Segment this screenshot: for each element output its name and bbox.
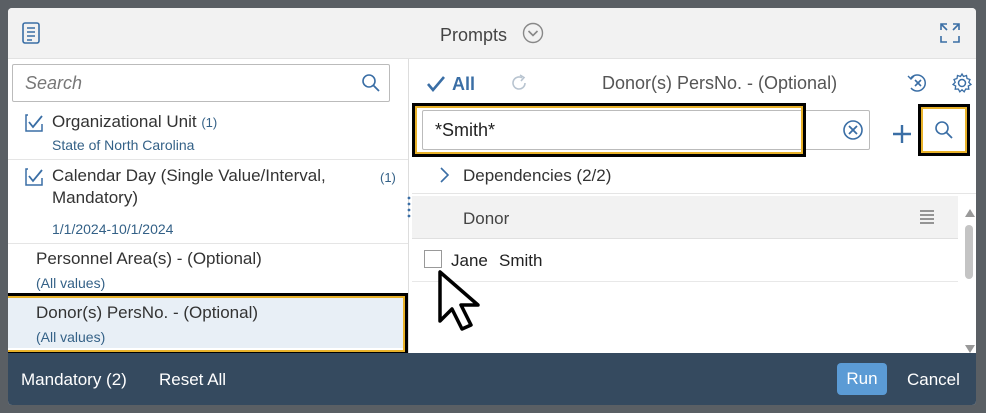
dependencies-row[interactable]: Dependencies (2/2) xyxy=(412,157,976,194)
search-icon[interactable] xyxy=(361,73,381,93)
column-header-donor[interactable]: Donor xyxy=(463,209,509,229)
donor-last-name: Smith xyxy=(499,251,543,270)
column-menu-icon[interactable] xyxy=(918,208,936,226)
dependencies-label: Dependencies (2/2) xyxy=(463,166,612,185)
prompt-label-line2: Mandatory) xyxy=(52,188,138,207)
dialog-title-wrap: Prompts xyxy=(8,22,976,49)
search-icon[interactable] xyxy=(932,118,956,142)
reset-all-button[interactable]: Reset All xyxy=(159,370,226,390)
prompt-count: (1) xyxy=(380,170,396,185)
prompt-search-box[interactable] xyxy=(12,64,390,102)
donor-first-name: Jane xyxy=(451,251,488,270)
prompt-value: 1/1/2024-10/1/2024 xyxy=(52,221,174,237)
select-all-toggle[interactable]: All xyxy=(426,73,475,95)
prompt-value: (All values) xyxy=(36,275,106,291)
run-button[interactable]: Run xyxy=(837,363,887,395)
value-list-scrollbar[interactable] xyxy=(962,205,976,353)
prompt-detail-pane: All Donor(s) PersNo. - (Optional) *Smith… xyxy=(412,59,976,353)
prompt-item-organizational-unit[interactable]: Organizational Unit (1) State of North C… xyxy=(8,107,408,160)
scrollbar-thumb[interactable] xyxy=(965,225,973,279)
table-row[interactable]: Jane Smith xyxy=(412,239,958,282)
prompt-detail-title: Donor(s) PersNo. - (Optional) xyxy=(602,73,838,93)
prompt-label: Personnel Area(s) - (Optional) xyxy=(36,249,262,268)
prompt-label-text: Organizational Unit xyxy=(52,112,197,131)
clear-circle-icon[interactable] xyxy=(841,118,865,142)
pane-splitter-handle[interactable] xyxy=(407,194,411,218)
mandatory-filter-button[interactable]: Mandatory (2) xyxy=(21,370,127,390)
checkmark-icon xyxy=(24,113,44,133)
mouse-pointer-icon xyxy=(436,269,488,338)
prompt-list-pane: Organizational Unit (1) State of North C… xyxy=(8,59,409,355)
prompt-count: (1) xyxy=(201,115,218,130)
select-all-label: All xyxy=(452,73,476,94)
prompt-label-line1: Calendar Day (Single Value/Interval, xyxy=(52,166,326,185)
checkmark-icon xyxy=(426,75,446,93)
prompt-item-calendar-day[interactable]: Calendar Day (Single Value/Interval, Man… xyxy=(8,159,408,244)
dialog-titlebar: Prompts xyxy=(8,8,976,59)
checkmark-icon xyxy=(24,167,44,187)
prompt-value: State of North Carolina xyxy=(52,137,195,153)
refresh-icon[interactable] xyxy=(508,72,530,94)
chevron-down-circle-icon[interactable] xyxy=(522,22,544,49)
clear-values-icon[interactable] xyxy=(906,71,930,95)
value-table-header: Donor xyxy=(412,196,958,239)
dialog-title: Prompts xyxy=(439,25,507,45)
highlight-box-search-field xyxy=(412,103,806,157)
highlight-box-donor-item xyxy=(8,293,408,355)
prompt-search-input[interactable] xyxy=(23,71,347,95)
row-checkbox[interactable] xyxy=(424,250,442,268)
scroll-up-arrow-icon[interactable] xyxy=(964,205,976,223)
cancel-button[interactable]: Cancel xyxy=(907,370,960,390)
gear-icon[interactable] xyxy=(950,71,974,95)
prompt-label: Organizational Unit (1) xyxy=(52,112,217,132)
add-icon[interactable] xyxy=(890,122,914,146)
fullscreen-icon[interactable] xyxy=(938,21,962,45)
prompt-item-personnel-area[interactable]: Personnel Area(s) - (Optional) (All valu… xyxy=(8,243,408,296)
prompts-dialog: Prompts Organizational Unit (1) State of xyxy=(8,8,976,405)
dialog-footer: Mandatory (2) Reset All Run Cancel xyxy=(8,353,976,405)
chevron-right-icon[interactable] xyxy=(436,165,452,185)
